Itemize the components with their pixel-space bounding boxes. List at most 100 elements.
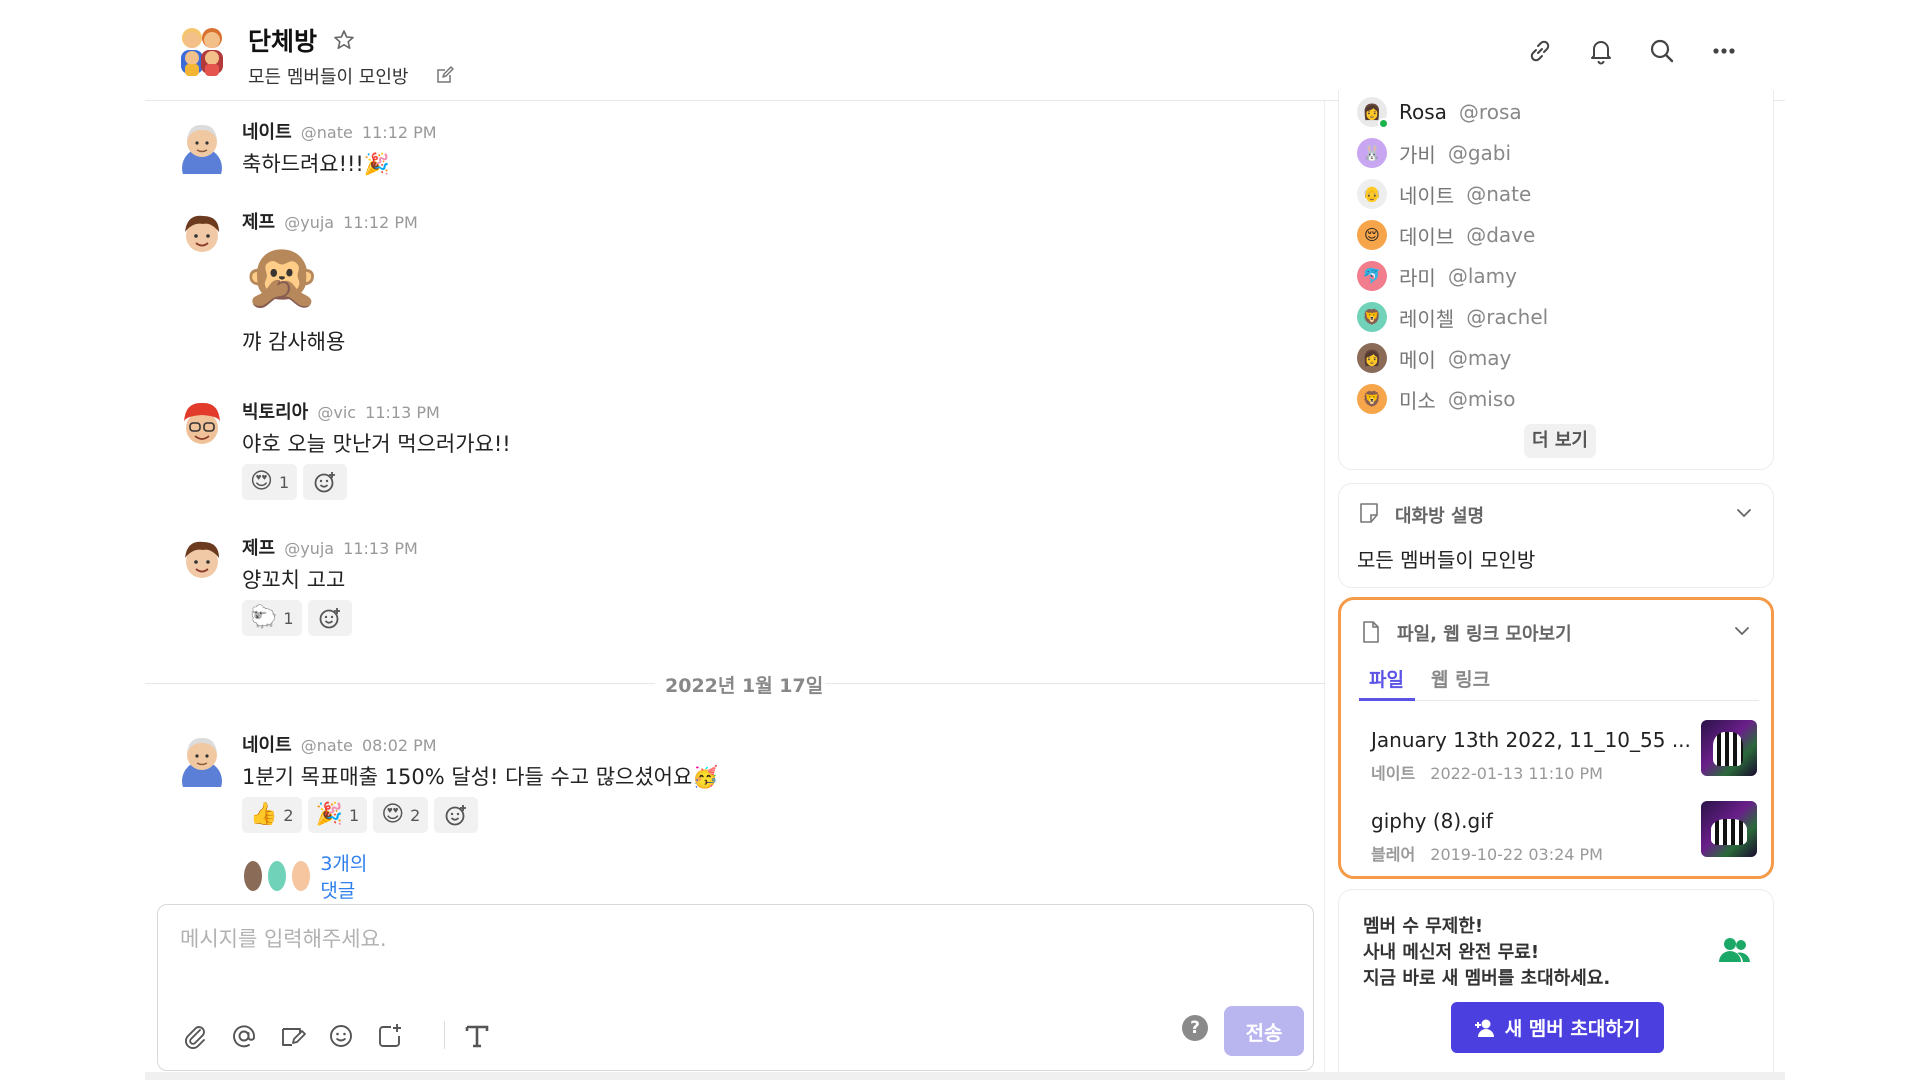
reaction-bar: 🐑 1 bbox=[242, 600, 352, 636]
message-time: 11:12 PM bbox=[343, 213, 418, 232]
edit-icon[interactable] bbox=[435, 65, 455, 85]
chat-area: 네이트 @nate 11:12 PM 축하드려요!!!🎉 제프 @yuja 11… bbox=[145, 101, 1325, 1072]
member-item[interactable]: 😌 데이브 @dave bbox=[1357, 219, 1535, 251]
member-name: 가비 bbox=[1399, 142, 1436, 167]
file-name: January 13th 2022, 11_10_55 ... bbox=[1371, 728, 1691, 752]
member-item[interactable]: 🐰 가비 @gabi bbox=[1357, 137, 1511, 169]
file-item[interactable]: January 13th 2022, 11_10_55 ... 네이트 2022… bbox=[1371, 720, 1761, 788]
active-tab-indicator bbox=[1359, 698, 1415, 701]
member-list-panel: 👩 Rosa @rosa 🐰 가비 @gabi 👴 네이트 @nate 😌 데이… bbox=[1338, 90, 1774, 470]
text-format-icon[interactable] bbox=[462, 1021, 492, 1051]
note-icon[interactable] bbox=[278, 1021, 308, 1051]
online-status-dot bbox=[1378, 118, 1389, 129]
add-reaction-button[interactable] bbox=[434, 797, 479, 833]
room-description-panel: 대화방 설명 모든 멤버들이 모인방 bbox=[1338, 483, 1774, 588]
reaction-count: 1 bbox=[278, 472, 290, 492]
chevron-down-icon[interactable] bbox=[1731, 620, 1753, 642]
avatar: 👴 bbox=[1357, 179, 1387, 209]
avatar: 🐰 bbox=[1357, 138, 1387, 168]
app-window: 단체방 모든 멤버들이 모인방 네이트 @nate 11:12 PM 축하드려요… bbox=[145, 0, 1785, 1080]
member-item[interactable]: 🦁 미소 @miso bbox=[1357, 383, 1516, 415]
sender-name[interactable]: 네이트 bbox=[242, 735, 292, 756]
add-item-icon[interactable] bbox=[375, 1021, 405, 1051]
member-handle: @rachel bbox=[1466, 305, 1549, 329]
star-icon[interactable] bbox=[332, 28, 356, 52]
more-options-icon[interactable] bbox=[1709, 36, 1739, 66]
member-item[interactable]: 👴 네이트 @nate bbox=[1357, 178, 1531, 210]
member-name: 메이 bbox=[1399, 347, 1436, 372]
member-handle: @lamy bbox=[1447, 264, 1517, 288]
reaction-chip[interactable]: 😍 1 bbox=[242, 464, 298, 500]
reaction-count: 1 bbox=[283, 608, 294, 628]
avatar: 🐬 bbox=[1357, 261, 1387, 291]
reaction-emoji: 😍 bbox=[381, 802, 405, 827]
reaction-chip[interactable]: 😍 2 bbox=[373, 797, 429, 833]
invite-member-button[interactable]: 새 멤버 초대하기 bbox=[1451, 1002, 1664, 1053]
sender-handle: @yuja bbox=[284, 213, 335, 232]
room-header: 단체방 모든 멤버들이 모인방 bbox=[145, 0, 1785, 101]
reaction-chip[interactable]: 👍 2 bbox=[242, 797, 302, 833]
avatar: 👩 bbox=[1357, 343, 1387, 373]
sender-name[interactable]: 제프 bbox=[242, 538, 275, 559]
member-handle: @nate bbox=[1466, 182, 1532, 206]
sender-name[interactable]: 제프 bbox=[242, 212, 275, 233]
promo-text: 사내 메신저 완전 무료! bbox=[1363, 942, 1540, 963]
tab-web-links[interactable]: 웹 링크 bbox=[1431, 665, 1490, 692]
file-item[interactable]: giphy (8).gif 블레어 2019-10-22 03:24 PM bbox=[1371, 801, 1761, 869]
reaction-emoji: 👍 bbox=[250, 802, 278, 827]
file-author: 블레어 bbox=[1371, 845, 1416, 864]
thread-replies-link[interactable]: 3개의 댓글 bbox=[320, 849, 373, 903]
reaction-chip[interactable]: 🐑 1 bbox=[242, 600, 302, 636]
tab-files[interactable]: 파일 bbox=[1369, 665, 1404, 692]
reaction-bar: 😍 1 bbox=[242, 464, 348, 500]
avatar bbox=[185, 541, 219, 578]
member-item[interactable]: 👩 Rosa @rosa bbox=[1357, 96, 1522, 129]
message-composer: ? 전송 bbox=[157, 904, 1314, 1071]
promo-text: 멤버 수 무제한! bbox=[1363, 916, 1484, 937]
member-handle: @may bbox=[1447, 346, 1512, 370]
search-icon[interactable] bbox=[1647, 36, 1677, 66]
emoji-icon[interactable] bbox=[326, 1021, 356, 1051]
chevron-down-icon[interactable] bbox=[1733, 502, 1755, 524]
sender-handle: @vic bbox=[317, 403, 357, 422]
member-item[interactable]: 👩 메이 @may bbox=[1357, 342, 1511, 374]
mention-icon[interactable] bbox=[229, 1021, 259, 1051]
sender-handle: @nate bbox=[300, 736, 353, 755]
invite-button-label: 새 멤버 초대하기 bbox=[1504, 1018, 1641, 1040]
thread-summary[interactable]: 3개의 댓글 bbox=[242, 849, 373, 903]
add-reaction-icon bbox=[319, 608, 340, 629]
bell-icon[interactable] bbox=[1586, 36, 1616, 66]
member-item[interactable]: 🐬 라미 @lamy bbox=[1357, 260, 1517, 292]
message-time: 08:02 PM bbox=[361, 736, 437, 755]
avatar bbox=[184, 402, 220, 444]
room-description-text: 모든 멤버들이 모인방 bbox=[1357, 548, 1536, 572]
member-item[interactable]: 🦁 레이첼 @rachel bbox=[1357, 301, 1548, 333]
sender-name[interactable]: 빅토리아 bbox=[242, 402, 308, 423]
reaction-emoji: 🎉 bbox=[315, 802, 343, 827]
link-icon[interactable] bbox=[1525, 36, 1555, 66]
promo-text: 지금 바로 새 멤버를 초대하세요. bbox=[1363, 968, 1611, 989]
add-reaction-button[interactable] bbox=[303, 464, 348, 500]
send-button[interactable]: 전송 bbox=[1224, 1006, 1304, 1056]
member-handle: @dave bbox=[1466, 223, 1536, 247]
message-text: 양꼬치 고고 bbox=[242, 568, 346, 592]
add-user-icon bbox=[1474, 1019, 1494, 1037]
file-thumbnail bbox=[1701, 801, 1757, 857]
message-input[interactable] bbox=[180, 919, 1280, 959]
attachment-icon[interactable] bbox=[180, 1021, 210, 1051]
section-title: 파일, 웹 링크 모아보기 bbox=[1397, 624, 1572, 645]
avatar bbox=[242, 859, 265, 893]
show-more-button[interactable]: 더 보기 bbox=[1524, 424, 1596, 458]
avatar bbox=[182, 124, 222, 174]
reaction-chip[interactable]: 🎉 1 bbox=[307, 797, 368, 833]
sender-name[interactable]: 네이트 bbox=[242, 122, 292, 143]
file-icon bbox=[1363, 621, 1379, 643]
help-icon[interactable]: ? bbox=[1182, 1015, 1208, 1041]
avatar bbox=[290, 859, 313, 893]
avatar bbox=[182, 737, 222, 787]
message-text: 꺄 감사해용 bbox=[242, 330, 346, 354]
reaction-count: 2 bbox=[283, 805, 294, 825]
add-reaction-button[interactable] bbox=[307, 600, 352, 636]
files-links-panel: 파일, 웹 링크 모아보기 파일 웹 링크 January 13th 2022,… bbox=[1338, 597, 1774, 879]
toolbar-divider bbox=[444, 1021, 445, 1049]
